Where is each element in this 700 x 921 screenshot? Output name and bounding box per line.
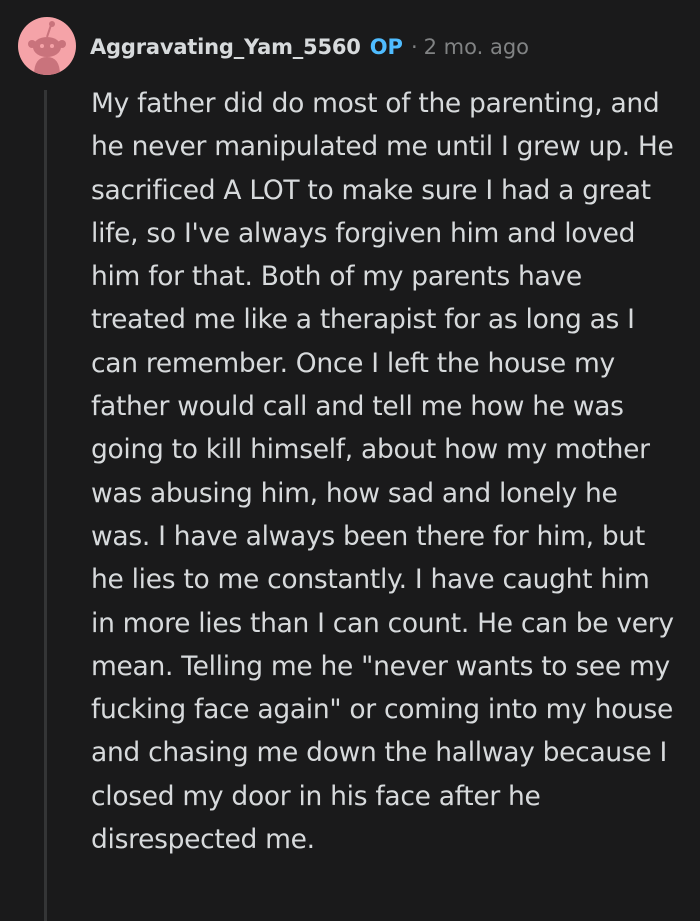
comment: Aggravating_Yam_5560 OP · 2 mo. ago My f… [0, 0, 700, 921]
comment-header: Aggravating_Yam_5560 OP · 2 mo. ago [90, 29, 529, 65]
meta-separator: · [410, 35, 418, 59]
thread-collapse-line[interactable] [44, 90, 47, 921]
comment-body: My father did do most of the parenting, … [91, 88, 674, 856]
comment-timestamp[interactable]: 2 mo. ago [424, 35, 529, 59]
op-badge: OP [369, 35, 403, 59]
avatar[interactable] [18, 17, 76, 75]
author-username[interactable]: Aggravating_Yam_5560 [90, 35, 361, 59]
snoo-avatar-icon [28, 21, 66, 75]
